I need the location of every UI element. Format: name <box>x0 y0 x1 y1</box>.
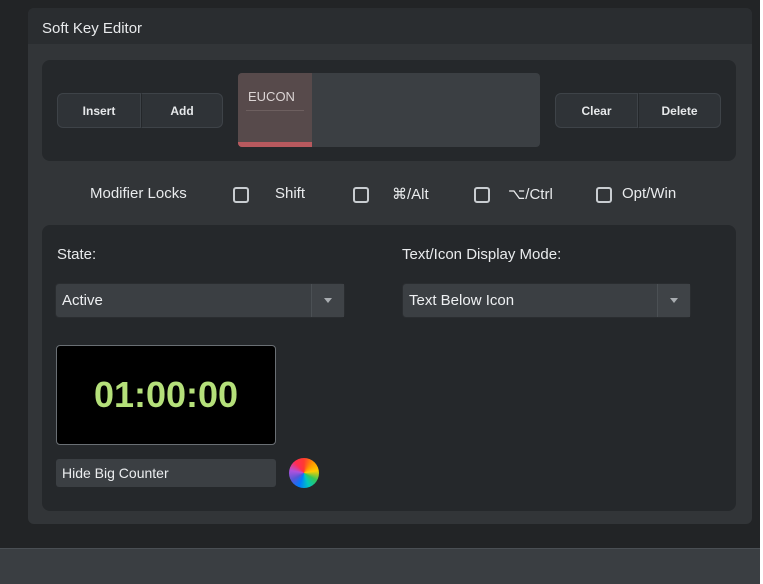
opt-win-checkbox[interactable] <box>596 187 612 203</box>
opt-ctrl-checkbox[interactable] <box>474 187 490 203</box>
opt-win-label: Opt/Win <box>622 185 677 202</box>
clear-button[interactable]: Clear <box>555 93 638 128</box>
chevron-down-icon <box>311 284 344 317</box>
modifier-locks-label: Modifier Locks <box>90 185 187 202</box>
color-wheel-icon[interactable] <box>289 458 319 488</box>
delete-button[interactable]: Delete <box>638 93 721 128</box>
soft-key-selection-indicator <box>238 142 312 147</box>
state-dropdown[interactable]: Active <box>55 283 345 318</box>
counter-value: 01:00:00 <box>93 374 239 415</box>
shift-checkbox[interactable] <box>233 187 249 203</box>
add-button[interactable]: Add <box>141 93 223 128</box>
hide-big-counter-label: Hide Big Counter <box>62 465 169 481</box>
display-mode-dropdown[interactable]: Text Below Icon <box>402 283 691 318</box>
shift-label: Shift <box>275 185 306 202</box>
big-counter-preview[interactable]: 01:00:00 <box>56 345 276 445</box>
insert-button[interactable]: Insert <box>57 93 141 128</box>
state-label: State: <box>57 246 97 263</box>
soft-key-divider <box>246 110 304 111</box>
footer-bar <box>0 548 760 584</box>
window-title: Soft Key Editor <box>42 20 143 37</box>
state-value: Active <box>62 292 103 309</box>
soft-key-label: EUCON <box>248 89 295 104</box>
cmd-alt-checkbox[interactable] <box>353 187 369 203</box>
chevron-down-icon <box>657 284 690 317</box>
opt-ctrl-label: ⌥/Ctrl <box>508 186 553 203</box>
cmd-alt-label: ⌘/Alt <box>392 186 429 203</box>
display-mode-label: Text/Icon Display Mode: <box>402 246 562 263</box>
display-mode-value: Text Below Icon <box>409 292 515 309</box>
hide-big-counter-field[interactable]: Hide Big Counter <box>56 459 276 487</box>
